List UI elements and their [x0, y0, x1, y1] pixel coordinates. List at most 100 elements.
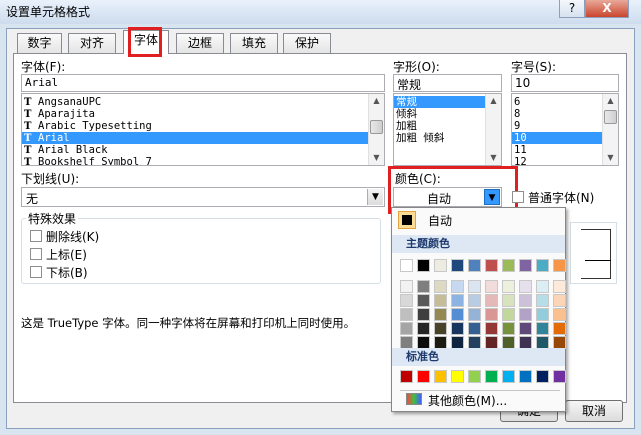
- theme-shade-swatch[interactable]: [519, 322, 532, 335]
- theme-shade-swatch[interactable]: [417, 308, 430, 321]
- theme-shade-swatch[interactable]: [400, 280, 413, 293]
- cancel-button[interactable]: 取消: [565, 400, 623, 422]
- auto-color-indicator[interactable]: [398, 211, 416, 229]
- theme-color-swatch[interactable]: [553, 259, 566, 272]
- list-item[interactable]: 12: [512, 156, 602, 165]
- chevron-down-icon[interactable]: ▼: [367, 189, 383, 205]
- standard-color-swatch[interactable]: [502, 370, 515, 383]
- scroll-up-icon[interactable]: ▲: [486, 94, 501, 108]
- theme-color-swatch[interactable]: [502, 259, 515, 272]
- theme-shade-swatch[interactable]: [434, 294, 447, 307]
- theme-shade-swatch[interactable]: [451, 280, 464, 293]
- theme-shade-swatch[interactable]: [536, 308, 549, 321]
- tab-fill[interactable]: 填充: [230, 33, 278, 53]
- theme-shade-swatch[interactable]: [434, 308, 447, 321]
- list-item[interactable]: 10: [512, 132, 602, 144]
- theme-shade-swatch[interactable]: [451, 322, 464, 335]
- standard-color-swatch[interactable]: [451, 370, 464, 383]
- theme-shade-swatch[interactable]: [502, 322, 515, 335]
- list-item[interactable]: T Arial Black: [22, 144, 368, 156]
- list-item[interactable]: T Bookshelf Symbol 7: [22, 156, 368, 165]
- list-item[interactable]: 6: [512, 96, 602, 108]
- theme-shade-swatch[interactable]: [451, 308, 464, 321]
- theme-shade-swatch[interactable]: [485, 308, 498, 321]
- style-list-scrollbar[interactable]: ▲ ▼: [485, 94, 501, 165]
- list-item[interactable]: T Arial: [22, 132, 368, 144]
- list-item[interactable]: T Arabic Typesetting: [22, 120, 368, 132]
- list-item[interactable]: 11: [512, 144, 602, 156]
- size-list[interactable]: 6 8 9 10 11 12 ▲ ▼: [511, 93, 619, 166]
- theme-shade-swatch[interactable]: [502, 294, 515, 307]
- theme-shade-swatch[interactable]: [400, 308, 413, 321]
- standard-color-swatch[interactable]: [468, 370, 481, 383]
- standard-color-swatch[interactable]: [519, 370, 532, 383]
- theme-color-swatch[interactable]: [536, 259, 549, 272]
- theme-shade-swatch[interactable]: [553, 322, 566, 335]
- theme-shade-swatch[interactable]: [468, 308, 481, 321]
- theme-shade-swatch[interactable]: [536, 322, 549, 335]
- list-item[interactable]: 加粗: [394, 120, 485, 132]
- theme-color-swatch[interactable]: [451, 259, 464, 272]
- tab-alignment[interactable]: 对齐: [68, 33, 116, 53]
- standard-color-swatch[interactable]: [400, 370, 413, 383]
- tab-protection[interactable]: 保护: [283, 33, 331, 53]
- standard-color-swatch[interactable]: [485, 370, 498, 383]
- theme-shade-swatch[interactable]: [400, 322, 413, 335]
- auto-color-label[interactable]: 自动: [428, 212, 452, 229]
- theme-shade-swatch[interactable]: [553, 280, 566, 293]
- tab-number[interactable]: 数字: [17, 33, 62, 53]
- theme-color-swatch[interactable]: [434, 259, 447, 272]
- theme-color-swatch[interactable]: [468, 259, 481, 272]
- theme-shade-swatch[interactable]: [519, 294, 532, 307]
- theme-shade-swatch[interactable]: [485, 280, 498, 293]
- tab-border[interactable]: 边框: [176, 33, 224, 53]
- theme-shade-swatch[interactable]: [536, 280, 549, 293]
- theme-shade-swatch[interactable]: [417, 294, 430, 307]
- theme-color-swatch[interactable]: [519, 259, 532, 272]
- list-item[interactable]: 8: [512, 108, 602, 120]
- standard-color-swatch[interactable]: [417, 370, 430, 383]
- theme-shade-swatch[interactable]: [502, 308, 515, 321]
- theme-shade-swatch[interactable]: [451, 294, 464, 307]
- style-list[interactable]: 常规 倾斜 加粗 加粗 倾斜 ▲ ▼: [393, 93, 502, 166]
- strikethrough-checkbox[interactable]: [30, 230, 42, 242]
- theme-shade-swatch[interactable]: [468, 294, 481, 307]
- theme-shade-swatch[interactable]: [519, 280, 532, 293]
- theme-shade-swatch[interactable]: [434, 322, 447, 335]
- scroll-down-icon[interactable]: ▼: [486, 151, 501, 165]
- superscript-checkbox[interactable]: [30, 248, 42, 260]
- theme-shade-swatch[interactable]: [553, 308, 566, 321]
- font-list-scrollbar[interactable]: ▲ ▼: [368, 94, 384, 165]
- help-button[interactable]: ?: [559, 0, 585, 18]
- theme-color-swatch[interactable]: [417, 259, 430, 272]
- standard-color-swatch[interactable]: [434, 370, 447, 383]
- theme-shade-swatch[interactable]: [417, 322, 430, 335]
- font-list[interactable]: T AngsanaUPC T Aparajita T Arabic Typesetting…: [21, 93, 385, 166]
- normal-font-checkbox[interactable]: [512, 191, 524, 203]
- list-item[interactable]: 9: [512, 120, 602, 132]
- theme-shade-swatch[interactable]: [417, 280, 430, 293]
- list-item[interactable]: T AngsanaUPC: [22, 96, 368, 108]
- scroll-down-icon[interactable]: ▼: [369, 151, 384, 165]
- theme-color-swatch[interactable]: [485, 259, 498, 272]
- scroll-up-icon[interactable]: ▲: [603, 94, 618, 108]
- scroll-up-icon[interactable]: ▲: [369, 94, 384, 108]
- theme-shade-swatch[interactable]: [468, 280, 481, 293]
- style-input[interactable]: 常规: [393, 74, 502, 92]
- list-item[interactable]: T Aparajita: [22, 108, 368, 120]
- list-item[interactable]: 倾斜: [394, 108, 485, 120]
- size-list-scrollbar[interactable]: ▲ ▼: [602, 94, 618, 165]
- theme-shade-swatch[interactable]: [519, 308, 532, 321]
- close-button[interactable]: X: [585, 0, 629, 18]
- subscript-checkbox[interactable]: [30, 266, 42, 278]
- theme-shade-swatch[interactable]: [536, 294, 549, 307]
- size-input[interactable]: 10: [511, 74, 619, 92]
- standard-color-swatch[interactable]: [553, 370, 566, 383]
- underline-select[interactable]: 无 ▼: [21, 187, 385, 207]
- theme-shade-swatch[interactable]: [502, 280, 515, 293]
- theme-shade-swatch[interactable]: [485, 322, 498, 335]
- theme-color-swatch[interactable]: [400, 259, 413, 272]
- more-colors-button[interactable]: 其他颜色(M)...: [428, 392, 507, 409]
- list-item[interactable]: 加粗 倾斜: [394, 132, 485, 144]
- scroll-down-icon[interactable]: ▼: [603, 151, 618, 165]
